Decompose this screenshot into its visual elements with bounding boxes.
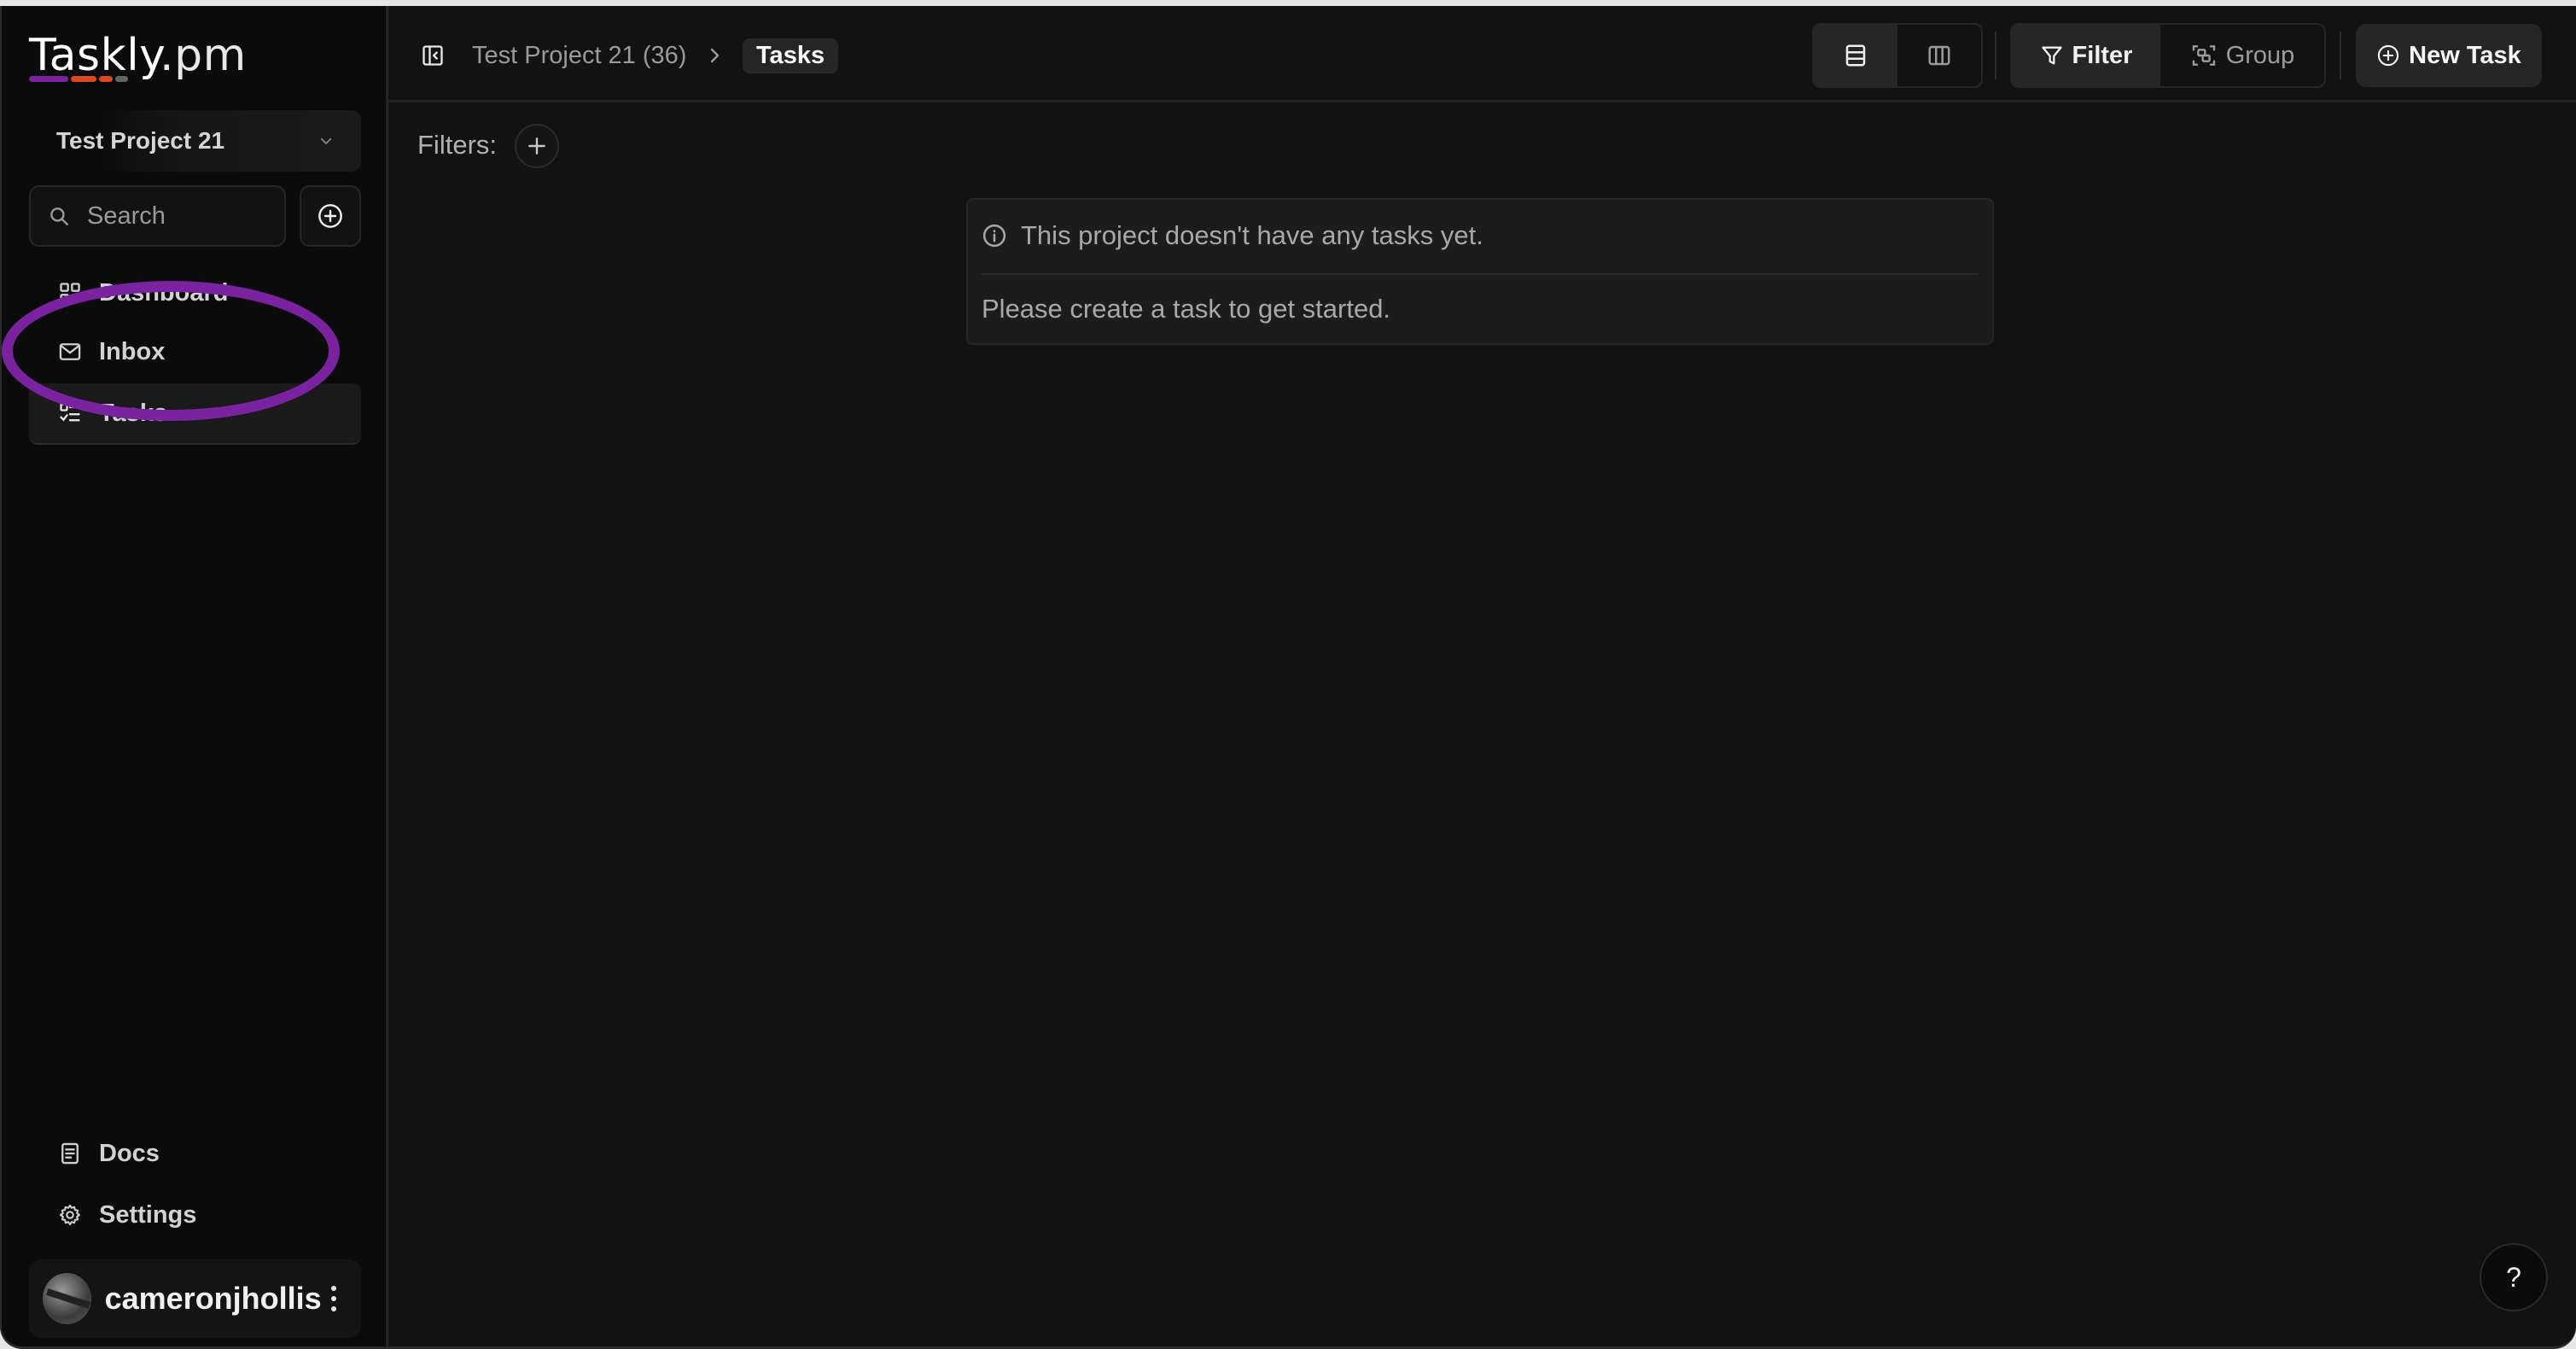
sidebar-item-label: Settings: [99, 1200, 197, 1229]
app-window: Taskly.pm Test Project 21 Dashboard: [0, 6, 2576, 1349]
view-mode-toggle: [1812, 23, 1983, 88]
chevron-right-icon: [710, 48, 720, 63]
breadcrumb-current: Tasks: [743, 38, 839, 73]
board-view-button[interactable]: [1897, 25, 1981, 86]
add-filter-button[interactable]: [515, 124, 559, 168]
list-view-icon: [1845, 44, 1866, 67]
toolbar-divider: [1995, 32, 1996, 79]
help-button[interactable]: ?: [2480, 1243, 2548, 1311]
mail-icon: [58, 340, 82, 364]
logo-underline: [29, 76, 128, 83]
checklist-icon: [58, 401, 82, 425]
sidebar-item-label: Dashboard: [99, 278, 229, 307]
plus-circle-icon: [2378, 44, 2399, 67]
search-field[interactable]: [29, 185, 286, 247]
sidebar-item-docs[interactable]: Docs: [29, 1123, 361, 1184]
group-label: Group: [2225, 41, 2295, 69]
dashboard-grid-icon: [58, 281, 82, 305]
logo-bar-purple: [29, 76, 68, 82]
search-icon: [50, 207, 68, 225]
plus-icon: [528, 137, 545, 155]
board-view-icon: [1928, 45, 1950, 66]
more-options-icon[interactable]: [322, 1277, 346, 1320]
logo-bar-orange: [99, 76, 113, 82]
sidebar-item-inbox[interactable]: Inbox: [29, 321, 361, 383]
sidebar: Taskly.pm Test Project 21 Dashboard: [2, 6, 388, 1346]
sidebar-collapse-icon[interactable]: [421, 44, 445, 67]
chevron-down-icon: [320, 137, 332, 144]
empty-state-divider: [982, 273, 1979, 275]
list-view-button[interactable]: [1814, 25, 1897, 86]
document-icon: [58, 1142, 82, 1165]
group-icon: [2192, 45, 2215, 66]
new-task-label: New Task: [2409, 41, 2521, 69]
filters-label: Filters:: [417, 130, 497, 160]
add-button[interactable]: [300, 185, 361, 247]
app-logo[interactable]: Taskly.pm: [29, 30, 247, 81]
top-bar: Test Project 21 (36) Tasks Filter Group: [388, 6, 2576, 102]
project-selector[interactable]: Test Project 21: [29, 110, 361, 172]
plus-circle-icon: [318, 204, 342, 228]
info-icon: [982, 224, 1006, 248]
logo-suffix-text: .pm: [160, 30, 247, 81]
empty-state-card: This project doesn't have any tasks yet.…: [966, 198, 1994, 345]
avatar: [43, 1273, 91, 1324]
sidebar-item-label: Docs: [99, 1139, 160, 1167]
empty-state-message: Please create a task to get started.: [982, 294, 1391, 324]
project-selector-label: Test Project 21: [56, 127, 225, 154]
logo-bar-orange: [71, 76, 96, 82]
logo-bar-gray: [115, 76, 128, 82]
new-task-button[interactable]: New Task: [2356, 24, 2542, 87]
sidebar-item-label: Inbox: [99, 337, 166, 365]
empty-state-title: This project doesn't have any tasks yet.: [1021, 220, 1483, 250]
group-button[interactable]: Group: [2160, 25, 2324, 86]
sidebar-item-dashboard[interactable]: Dashboard: [29, 262, 361, 324]
toolbar-divider: [2340, 32, 2341, 79]
breadcrumb-project[interactable]: Test Project 21 (36): [472, 42, 686, 70]
empty-state-title-row: This project doesn't have any tasks yet.: [982, 220, 1483, 251]
user-menu[interactable]: cameronjhollis: [29, 1259, 361, 1338]
sidebar-item-label: Tasks: [99, 399, 168, 427]
filter-group-toolbar: Filter Group: [2010, 23, 2326, 88]
gear-icon: [58, 1203, 82, 1227]
logo-main-text: Taskly: [29, 30, 160, 81]
username: cameronjhollis: [104, 1281, 322, 1316]
search-input[interactable]: [87, 201, 275, 231]
sidebar-item-settings[interactable]: Settings: [29, 1184, 361, 1246]
filter-button[interactable]: Filter: [2012, 25, 2160, 86]
filter-icon: [2041, 46, 2062, 65]
sidebar-item-tasks[interactable]: Tasks: [29, 383, 361, 445]
filter-label: Filter: [2072, 41, 2133, 69]
